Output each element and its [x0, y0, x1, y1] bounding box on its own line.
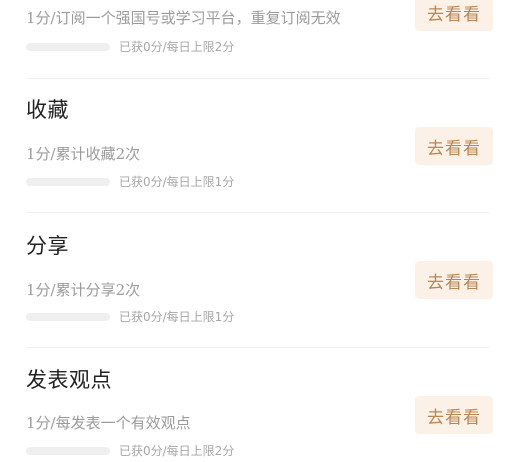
go-button-collect[interactable]: 去看看 [415, 127, 493, 165]
divider [26, 347, 490, 348]
task-description: 1分/累计分享2次 [26, 281, 141, 299]
progress-text: 已获0分/每日上限2分 [119, 40, 235, 54]
task-title: 发表观点 [26, 368, 112, 392]
score-task-list: 1分/订阅一个强国号或学习平台，重复订阅无效 已获0分/每日上限2分 去看看 收… [0, 0, 516, 462]
task-description: 1分/订阅一个强国号或学习平台，重复订阅无效 [26, 9, 341, 27]
progress-text: 已获0分/每日上限2分 [119, 444, 235, 458]
task-description: 1分/每发表一个有效观点 [26, 414, 191, 432]
progress-text: 已获0分/每日上限1分 [119, 310, 235, 324]
progress-bar [26, 178, 110, 186]
task-title: 收藏 [26, 98, 69, 122]
progress-bar [26, 313, 110, 321]
progress-bar [26, 447, 110, 455]
divider [26, 78, 490, 79]
task-title: 分享 [26, 234, 69, 258]
go-button-share[interactable]: 去看看 [415, 261, 493, 299]
progress-bar [26, 43, 110, 51]
go-button-post-opinion[interactable]: 去看看 [415, 396, 493, 434]
divider [26, 212, 490, 213]
go-button-subscribe[interactable]: 去看看 [415, 0, 493, 31]
progress-text: 已获0分/每日上限1分 [119, 175, 235, 189]
task-description: 1分/累计收藏2次 [26, 145, 141, 163]
